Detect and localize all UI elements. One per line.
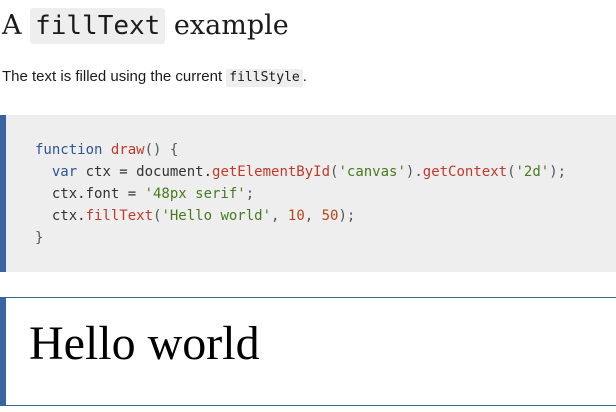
code-punctuation: ); (338, 208, 356, 224)
code-punctuation: ( (507, 164, 516, 180)
code-text: ctx. (51, 208, 86, 224)
code-method: fillText (85, 208, 154, 224)
code-text: ctx.font = (51, 186, 145, 202)
description-text-after: . (302, 68, 307, 85)
code-punctuation: ; (245, 186, 255, 202)
code-method: getContext (422, 164, 508, 180)
code-punctuation: ). (405, 164, 423, 180)
title-suffix: example (165, 10, 289, 41)
code-punctuation: , (304, 208, 322, 224)
code-block[interactable]: function draw() { var ctx = document.get… (0, 115, 616, 272)
code-text: ctx = document. (77, 164, 213, 180)
code-number: 10 (287, 208, 305, 224)
page-title: A fillText example (2, 6, 289, 46)
code-string: 'Hello world' (161, 208, 272, 224)
code-string: '2d' (515, 164, 550, 180)
code-listing[interactable]: function draw() { var ctx = document.get… (35, 139, 566, 249)
code-method: getElementById (212, 164, 331, 180)
description-text-before: The text is filled using the current (2, 68, 227, 85)
code-keyword: function (35, 142, 103, 158)
code-string: 'canvas' (338, 164, 406, 180)
code-string: '48px serif' (144, 186, 246, 202)
description: The text is filled using the current fil… (2, 66, 307, 88)
code-function-name: draw (110, 142, 145, 158)
title-prefix: A (2, 10, 31, 41)
description-code: fillStyle (226, 69, 303, 87)
code-punctuation: ); (549, 164, 567, 180)
code-keyword: var (51, 164, 78, 180)
canvas-rendered-text: Hello world (29, 317, 260, 370)
code-punctuation: , (271, 208, 288, 224)
code-punctuation: () { (144, 142, 179, 158)
canvas-output: Hello world (0, 297, 616, 406)
title-code: fillText (30, 8, 166, 44)
code-punctuation: } (35, 230, 44, 246)
code-number: 50 (321, 208, 339, 224)
